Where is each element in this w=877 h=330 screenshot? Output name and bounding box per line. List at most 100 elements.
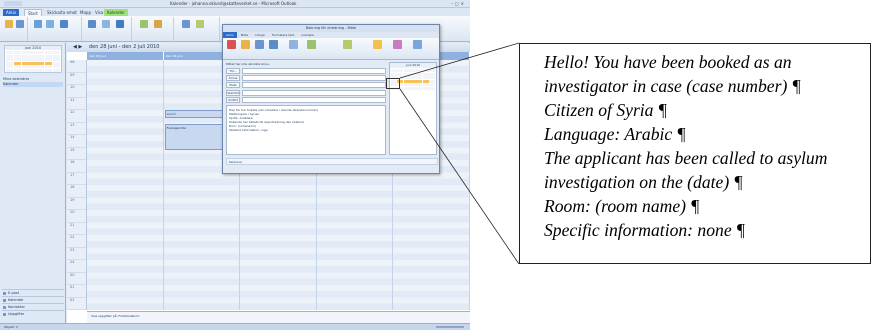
start-time-label: Starttid [226, 90, 240, 96]
to-button[interactable]: Till... [226, 68, 240, 74]
nav-calendar[interactable]: Kalender [2, 296, 64, 303]
share-calendar-icon[interactable] [196, 20, 204, 28]
subject-label: Ämne [226, 75, 240, 81]
tab-home[interactable]: Start [24, 9, 42, 16]
calendar-item[interactable]: Kalender [3, 82, 63, 87]
title-bar: Kalender - johanna.eklund@skatteverket.s… [0, 0, 470, 8]
week-view-icon[interactable] [88, 20, 96, 28]
quick-access-toolbar[interactable] [4, 1, 22, 6]
hour-label: 22 [67, 235, 86, 248]
date-cell[interactable] [29, 68, 37, 72]
hour-label: 23 [67, 248, 86, 260]
nav-mail[interactable]: E-post [2, 289, 64, 296]
status-bar: Objekt: 3 [0, 323, 470, 330]
zoom-slider[interactable] [436, 326, 464, 328]
hour-label: 15 [67, 148, 86, 160]
tab-file[interactable]: Arkiv [3, 9, 20, 16]
date-cell[interactable] [21, 68, 29, 72]
hour-label: 09 [67, 73, 86, 85]
location-input[interactable] [242, 82, 386, 88]
callout-line: investigation on the (date) ¶ [544, 172, 743, 192]
daily-task-list[interactable]: Visa uppgifter på: Förfallodatum [87, 311, 470, 323]
appointment-icon[interactable] [255, 40, 264, 49]
day-view-icon[interactable] [60, 20, 68, 28]
today-icon[interactable] [34, 20, 42, 28]
meeting-ribbon [223, 38, 439, 60]
nav-tasks[interactable]: Uppgifter [2, 310, 64, 317]
time-column: 08 09 10 11 12 13 14 15 16 17 18 19 20 21 22 23 24 00 01 02 [67, 60, 87, 310]
meeting-title: Bokning för utredning - Möte [223, 25, 439, 32]
zoom-icon[interactable] [413, 40, 422, 49]
new-appointment-icon[interactable] [5, 20, 13, 28]
day-column[interactable] [87, 60, 164, 310]
date-cell[interactable] [422, 86, 429, 90]
ribbon-group-goto [30, 17, 82, 41]
next-7-days-icon[interactable] [46, 20, 54, 28]
new-meeting-icon[interactable] [16, 20, 24, 28]
to-input[interactable] [242, 68, 386, 74]
end-time-label: Sluttid [226, 97, 240, 103]
window-controls[interactable]: –□✕ [451, 1, 466, 6]
translation-callout: Hello! You have been booked as an investi… [519, 43, 871, 264]
end-time-input[interactable] [242, 97, 386, 103]
prev-next-arrows-icon[interactable]: ◀ ▶ [73, 44, 82, 50]
date-cell[interactable] [416, 86, 423, 90]
date-cell[interactable] [37, 68, 45, 72]
cancel-invitation-icon[interactable] [289, 40, 298, 49]
scheduling-icon[interactable] [269, 40, 278, 49]
calendar-groups-icon[interactable] [154, 20, 162, 28]
email-calendar-icon[interactable] [182, 20, 190, 28]
end-time-field: Sluttid [226, 97, 386, 103]
callout-line: Language: Arabic ¶ [544, 124, 686, 144]
date-cell[interactable] [52, 68, 60, 72]
subject-input[interactable] [242, 75, 386, 81]
tab-send-receive[interactable]: Skicka/ta emot [44, 9, 80, 16]
schedule-view-icon[interactable] [116, 20, 124, 28]
ribbon-group-share [176, 17, 220, 41]
recurrence-icon[interactable] [373, 40, 382, 49]
nav-contacts[interactable]: Kontakter [2, 303, 64, 310]
date-range: den 28 juni - den 2 juli 2010 [89, 44, 160, 50]
calendar-icon[interactable] [241, 40, 250, 49]
meeting-body[interactable]: Hej! Du har bokats som utredare i ärende… [226, 105, 386, 155]
date-cell[interactable] [13, 68, 22, 72]
date-cell[interactable] [429, 86, 435, 90]
date-navigator-days[interactable] [5, 50, 61, 73]
month-view-icon[interactable] [102, 20, 110, 28]
subject-field: Ämne [226, 75, 386, 81]
start-time-input[interactable] [242, 90, 386, 96]
callout-line: Room: (room name) ¶ [544, 196, 700, 216]
hour-label: 21 [67, 223, 86, 235]
address-book-icon[interactable] [307, 40, 316, 49]
categorize-icon[interactable] [393, 40, 402, 49]
show-as-icon[interactable] [343, 40, 352, 49]
window-title: Kalender - johanna.eklund@skatteverket.s… [170, 1, 297, 6]
people-pane[interactable]: Personer [226, 158, 438, 165]
hour-label: 18 [67, 185, 86, 198]
hour-label: 17 [67, 173, 86, 185]
date-navigator[interactable]: juni 2010 [4, 45, 62, 73]
meeting-body-line: Särskild information: inga [229, 128, 268, 132]
callout-line: The applicant has been called to asylum [544, 148, 828, 168]
navigation-pane: juni 2010 Mina kalendrar Kalender E-post… [0, 43, 66, 323]
location-field: Plats [226, 82, 386, 88]
meeting-date-navigator[interactable]: juni 2010 [389, 62, 437, 155]
date-cell[interactable] [6, 68, 14, 72]
outlook-window: Kalender - johanna.eklund@skatteverket.s… [0, 0, 470, 330]
ribbon-group-arrange [84, 17, 132, 41]
to-field: Till... [226, 68, 386, 74]
start-time-field: Starttid [226, 90, 386, 96]
ribbon-tabs: Arkiv Start Skicka/ta emot Mapp Visa Kal… [0, 8, 470, 16]
hour-label: 14 [67, 135, 86, 148]
open-calendar-icon[interactable] [140, 20, 148, 28]
tab-calendar-tools[interactable]: Kalender [104, 9, 128, 16]
date-cell[interactable] [44, 68, 53, 72]
hour-label: 16 [67, 160, 86, 173]
day-header[interactable]: den 28 juni [87, 52, 164, 60]
date-cell[interactable] [403, 86, 410, 90]
nav-buttons: E-post Kalender Kontakter Uppgifter [2, 289, 64, 317]
delete-icon[interactable] [227, 40, 236, 49]
hour-label: 11 [67, 98, 86, 110]
date-cell[interactable] [410, 86, 416, 90]
hour-label: 00 [67, 273, 86, 285]
